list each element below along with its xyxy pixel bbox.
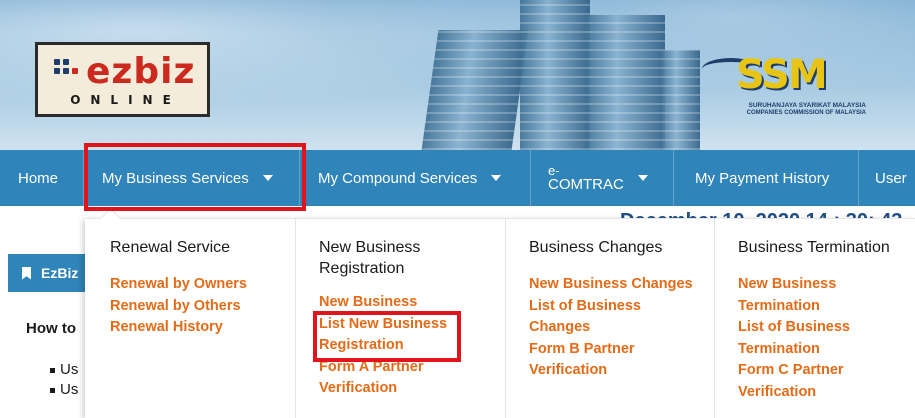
column-business-termination: Business Termination New Business Termin… — [738, 219, 915, 418]
ezbiz-dots-icon — [54, 59, 80, 79]
main-nav: Home My Business Services My Compound Se… — [0, 150, 915, 206]
list-item: Us — [49, 381, 79, 398]
link-form-a-partner-verification[interactable]: Form A Partner — [319, 357, 529, 379]
link-list-of-business-changes[interactable]: List of Business — [529, 296, 719, 318]
ssm-logo-line2: COMPANIES COMMISSION OF MALAYSIA — [746, 110, 866, 116]
chevron-down-icon — [637, 175, 648, 181]
chevron-down-icon — [491, 175, 502, 181]
link-list-of-business-changes-cont[interactable]: Changes — [529, 317, 719, 339]
ezbiz-logo[interactable]: ezbiz ONLINE — [35, 42, 210, 117]
link-new-business-termination[interactable]: New Business — [738, 274, 915, 296]
link-form-c-partner-verification[interactable]: Form C Partner — [738, 360, 915, 382]
link-form-c-partner-verification-cont[interactable]: Verification — [738, 382, 915, 404]
column-renewal-service: Renewal Service Renewal by Owners Renewa… — [110, 219, 295, 418]
nav-ecomtrac-label: e- COMTRAC — [548, 162, 624, 193]
link-renewal-history[interactable]: Renewal History — [110, 317, 295, 339]
link-list-of-business-termination[interactable]: List of Business — [738, 317, 915, 339]
nav-my-payment-history[interactable]: My Payment History — [695, 150, 829, 206]
nav-my-business-services[interactable]: My Business Services — [102, 150, 273, 206]
nav-user-label: User — [875, 169, 907, 187]
nav-my-business-services-label: My Business Services — [102, 169, 249, 187]
ssm-logo-mark: SSM — [736, 52, 828, 98]
link-renewal-by-others[interactable]: Renewal by Others — [110, 296, 295, 318]
bookmark-icon — [22, 266, 31, 280]
link-list-new-business-registration-cont[interactable]: Registration — [319, 335, 529, 357]
nav-home[interactable]: Home — [18, 150, 58, 206]
link-form-b-partner-verification[interactable]: Form B Partner — [529, 339, 719, 361]
link-new-business-changes[interactable]: New Business Changes — [529, 274, 719, 296]
banner-building — [585, 15, 665, 150]
nav-home-label: Home — [18, 169, 59, 187]
ezbiz-logo-word: ezbiz — [86, 51, 196, 92]
banner-building — [660, 50, 700, 150]
column-new-business-registration: New Business Registration New Business L… — [319, 219, 529, 418]
link-new-business[interactable]: New Business — [319, 292, 529, 314]
link-form-a-partner-verification-cont[interactable]: Verification — [319, 378, 529, 400]
column-title: Business Termination — [738, 239, 890, 256]
link-list-of-business-termination-cont[interactable]: Termination — [738, 339, 915, 361]
ssm-logo[interactable]: SSM SURUHANJAYA SYARIKAT MALAYSIA COMPAN… — [696, 48, 866, 128]
column-business-changes: Business Changes New Business Changes Li… — [529, 219, 719, 418]
nav-ecomtrac[interactable]: e- COMTRAC — [548, 150, 648, 206]
column-title: New Business Registration — [319, 239, 421, 277]
nav-my-compound-services[interactable]: My Compound Services — [318, 150, 502, 206]
column-title: Renewal Service — [110, 239, 231, 256]
column-title: Business Changes — [529, 239, 663, 256]
chevron-down-icon — [262, 175, 273, 181]
header-banner: ezbiz ONLINE SSM SURUHANJAYA SYARIKAT MA… — [0, 0, 915, 150]
ezbiz-section-tab-label: EzBiz — [41, 265, 79, 281]
ssm-logo-line1: SURUHANJAYA SYARIKAT MALAYSIA — [748, 102, 866, 109]
ezbiz-section-tab[interactable]: EzBiz — [8, 254, 88, 292]
list-item: Us — [49, 361, 79, 378]
link-list-new-business-registration[interactable]: List New Business — [319, 314, 529, 336]
link-new-business-termination-cont[interactable]: Termination — [738, 296, 915, 318]
link-form-b-partner-verification-cont[interactable]: Verification — [529, 360, 719, 382]
link-renewal-by-owners[interactable]: Renewal by Owners — [110, 274, 295, 296]
business-services-dropdown: Renewal Service Renewal by Owners Renewa… — [85, 207, 915, 418]
nav-my-compound-services-label: My Compound Services — [318, 169, 478, 187]
nav-user[interactable]: User — [875, 150, 907, 206]
banner-building — [520, 0, 590, 150]
how-to-heading: How to — [26, 320, 76, 337]
banner-building — [421, 30, 529, 150]
ezbiz-logo-sub: ONLINE — [70, 93, 181, 107]
nav-my-payment-history-label: My Payment History — [695, 169, 830, 187]
